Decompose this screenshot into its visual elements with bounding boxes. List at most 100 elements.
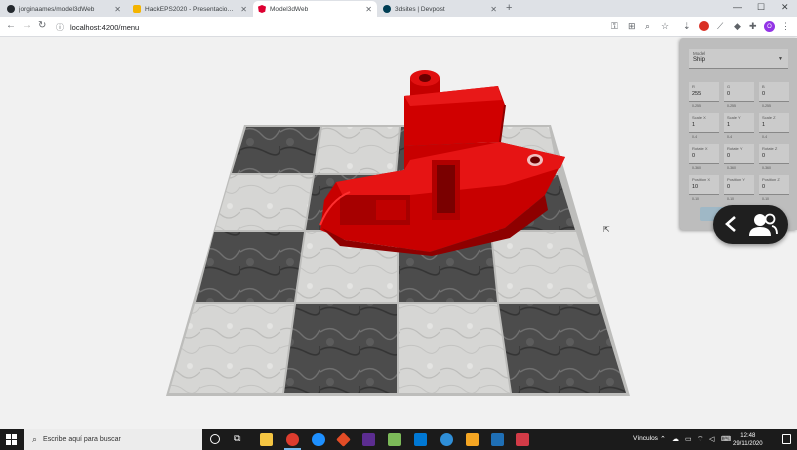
field-hint: 0-4	[692, 135, 698, 139]
field-hint: 0-255	[727, 104, 736, 108]
field-hint: 0-4	[727, 135, 733, 139]
tile	[232, 127, 320, 173]
color-b-input[interactable]: B 0	[759, 82, 789, 102]
file-explorer-icon[interactable]	[260, 433, 273, 446]
clock-date: 29/11/2020	[733, 441, 763, 447]
field-label: R	[692, 84, 695, 89]
field-value: 10	[692, 184, 699, 190]
tile	[215, 175, 313, 230]
links-toolbar[interactable]: Vínculos	[633, 435, 658, 442]
info-icon[interactable]: ⓘ	[56, 22, 64, 33]
chevron-up-icon[interactable]: ⌃	[660, 435, 666, 443]
tile	[169, 304, 294, 393]
close-icon[interactable]: ✕	[365, 5, 372, 14]
taskbar-search-input[interactable]: ⌕ Escribe aquí para buscar	[24, 429, 202, 450]
tile	[399, 304, 510, 393]
tool-icon[interactable]	[388, 433, 401, 446]
field-label: G	[727, 84, 731, 89]
scale-y-input[interactable]: Scale Y 1	[724, 113, 754, 133]
key-icon[interactable]: ⚿	[611, 21, 618, 32]
network-icon[interactable]: ⌔	[697, 435, 704, 444]
edge-icon[interactable]	[312, 433, 325, 446]
translate-icon[interactable]: ⊞	[628, 21, 636, 32]
field-value: 255	[692, 91, 702, 97]
app-icon[interactable]	[440, 433, 453, 446]
chrome-icon[interactable]	[286, 433, 299, 446]
panel-toggle-button[interactable]	[713, 205, 788, 244]
cortana-icon[interactable]	[210, 434, 220, 444]
tab-model3dweb[interactable]: Model3dWeb ✕	[253, 1, 377, 17]
field-hint: 0-255	[762, 104, 771, 108]
field-value: 0	[762, 184, 766, 190]
zoom-icon[interactable]: ⌕	[645, 21, 650, 32]
puzzle-icon[interactable]: ✚	[749, 21, 757, 32]
azure-icon[interactable]	[491, 433, 504, 446]
viewport[interactable]	[0, 37, 797, 429]
minimize-icon[interactable]: —	[733, 2, 742, 12]
scale-z-input[interactable]: Scale Z 1	[759, 113, 789, 133]
download-icon[interactable]: ⇣	[683, 21, 691, 32]
github-icon	[7, 5, 15, 13]
close-icon[interactable]: ✕	[490, 5, 497, 14]
cloud-icon[interactable]: ☁	[672, 435, 679, 443]
tile	[284, 304, 397, 393]
battery-icon[interactable]: ▭	[685, 435, 692, 443]
chevron-left-icon	[725, 216, 736, 232]
close-icon[interactable]: ✕	[240, 5, 247, 14]
media-icon[interactable]	[466, 433, 479, 446]
rotate-x-input[interactable]: Rotate X 0	[689, 144, 719, 164]
bookmark-ext-icon[interactable]: ◆	[734, 21, 741, 32]
field-hint: 0-10	[762, 197, 770, 201]
notifications-icon[interactable]	[782, 434, 791, 444]
tab-title: HackEPS2020 - Presentaciones de	[145, 5, 237, 13]
rotate-y-input[interactable]: Rotate Y 0	[724, 144, 754, 164]
field-value: 0	[762, 91, 766, 97]
rotate-z-input[interactable]: Rotate Z 0	[759, 144, 789, 164]
field-value: 0	[762, 153, 766, 159]
position-y-input[interactable]: Position Y 0	[724, 175, 754, 195]
tab-slides[interactable]: HackEPS2020 - Presentaciones de ✕	[128, 1, 252, 17]
maximize-icon[interactable]: ☐	[757, 2, 765, 13]
menu-icon[interactable]: ⋮	[781, 21, 790, 32]
close-icon[interactable]: ✕	[114, 5, 121, 14]
field-value: 1	[727, 122, 731, 128]
clock[interactable]: 12:48 29/11/2020	[733, 432, 763, 448]
forward-icon[interactable]: →	[22, 20, 32, 31]
windows-start-icon[interactable]	[6, 434, 17, 445]
extension-icon[interactable]: ⟋	[717, 21, 723, 32]
git-icon[interactable]	[336, 432, 351, 447]
field-label: Position Y	[727, 177, 745, 182]
position-x-input[interactable]: Position X 10	[689, 175, 719, 195]
color-r-input[interactable]: R 255	[689, 82, 719, 102]
window-close-icon[interactable]: ✕	[781, 2, 789, 13]
scene-canvas[interactable]	[0, 37, 797, 429]
new-tab-icon[interactable]: +	[506, 2, 512, 14]
field-hint: 0-10	[727, 197, 735, 201]
color-g-input[interactable]: G 0	[724, 82, 754, 102]
volume-icon[interactable]: ◁	[709, 435, 714, 443]
url-text: localhost:4200/menu	[70, 22, 140, 32]
scale-x-input[interactable]: Scale X 1	[689, 113, 719, 133]
reload-icon[interactable]: ↻	[38, 20, 46, 31]
devpost-icon	[383, 5, 391, 13]
avatar[interactable]: O	[764, 21, 775, 32]
app-icon[interactable]	[516, 433, 529, 446]
field-label: Scale Z	[762, 115, 776, 120]
tab-github[interactable]: jorginaames/model3dWeb ✕	[2, 1, 126, 17]
tile	[315, 127, 399, 173]
task-view-icon[interactable]: ⧉	[234, 433, 240, 444]
address-bar[interactable]: ⓘ localhost:4200/menu	[56, 20, 676, 34]
model-select[interactable]: Model Ship ▼	[689, 49, 788, 69]
field-value: 0	[727, 153, 731, 159]
position-z-input[interactable]: Position Z 0	[759, 175, 789, 195]
star-icon[interactable]: ☆	[661, 21, 669, 32]
vscode-icon[interactable]	[414, 433, 427, 446]
tab-title: jorginaames/model3dWeb	[19, 5, 95, 13]
mouse-cursor-icon: ⇱	[603, 225, 610, 234]
back-icon[interactable]: ←	[6, 20, 16, 31]
tab-devpost[interactable]: 3dsites | Devpost ✕	[378, 1, 502, 17]
visual-studio-icon[interactable]	[362, 433, 375, 446]
adblock-icon[interactable]	[699, 21, 709, 31]
field-label: Rotate Z	[762, 146, 778, 151]
keyboard-icon[interactable]: ⌨	[721, 435, 731, 443]
